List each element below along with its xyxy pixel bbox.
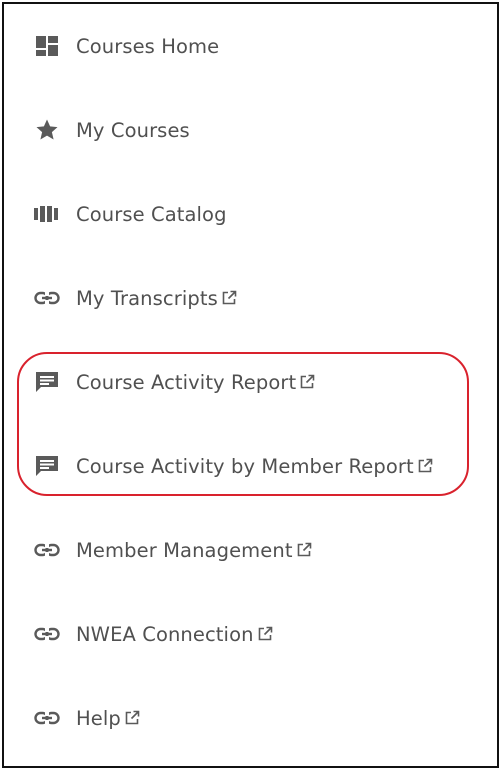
nav-item-label: NWEA Connection xyxy=(76,622,254,646)
nav-item-member-management[interactable]: Member Management xyxy=(34,530,312,570)
nav-item-label: Courses Home xyxy=(76,34,220,58)
link-icon xyxy=(34,285,60,311)
nav-item-label: Course Catalog xyxy=(76,202,227,226)
catalog-icon xyxy=(34,201,60,227)
link-icon xyxy=(34,705,60,731)
nav-item-help[interactable]: Help xyxy=(34,698,140,738)
nav-panel: Courses Home My Courses Course Catalog M… xyxy=(2,2,499,768)
nav-item-my-transcripts[interactable]: My Transcripts xyxy=(34,278,237,318)
nav-item-course-catalog[interactable]: Course Catalog xyxy=(34,194,227,234)
highlight-annotation xyxy=(17,352,469,496)
nav-item-my-courses[interactable]: My Courses xyxy=(34,110,190,150)
dashboard-icon xyxy=(34,33,60,59)
nav-item-label: Help xyxy=(76,706,121,730)
nav-item-label: My Courses xyxy=(76,118,190,142)
nav-item-label: My Transcripts xyxy=(76,286,218,310)
external-link-icon xyxy=(221,290,237,306)
external-link-icon xyxy=(296,542,312,558)
nav-item-nwea-connection[interactable]: NWEA Connection xyxy=(34,614,273,654)
external-link-icon xyxy=(257,626,273,642)
external-link-icon xyxy=(124,710,140,726)
nav-item-courses-home[interactable]: Courses Home xyxy=(34,26,219,66)
star-icon xyxy=(34,117,60,143)
link-icon xyxy=(34,537,60,563)
nav-item-label: Member Management xyxy=(76,538,293,562)
link-icon xyxy=(34,621,60,647)
